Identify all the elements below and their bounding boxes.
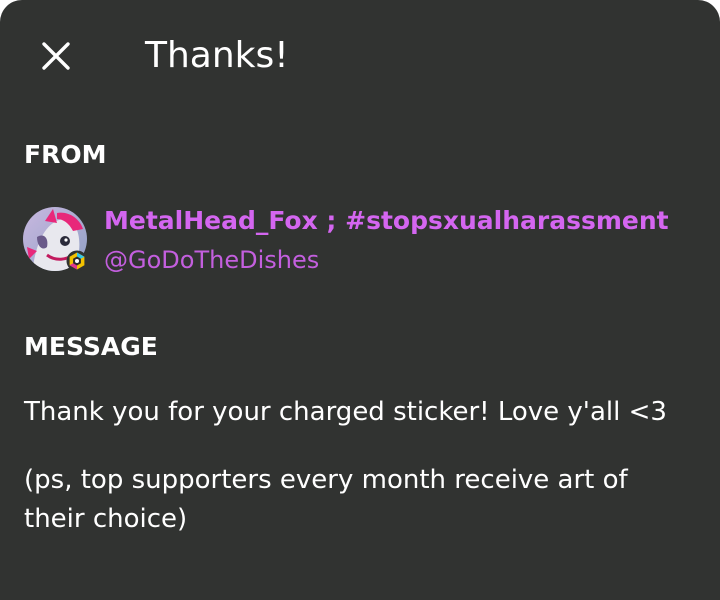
message-label: MESSAGE bbox=[24, 332, 158, 361]
close-button[interactable] bbox=[32, 32, 80, 80]
dialog-title: Thanks! bbox=[145, 35, 289, 76]
sender-display-name[interactable]: MetalHead_Fox ; #stopsxualharassment bbox=[104, 205, 669, 237]
supporter-badge-icon bbox=[66, 250, 88, 272]
close-icon bbox=[42, 42, 70, 70]
sender-handle[interactable]: @GoDoTheDishes bbox=[104, 245, 319, 275]
thanks-dialog: Thanks! FROM MetalHead_Fox ; #stopsxualh… bbox=[0, 0, 720, 600]
message-text-line2: (ps, top supporters every month receive … bbox=[24, 465, 628, 534]
from-label: FROM bbox=[24, 140, 107, 169]
message-text-line1: Thank you for your charged sticker! Love… bbox=[24, 397, 667, 427]
